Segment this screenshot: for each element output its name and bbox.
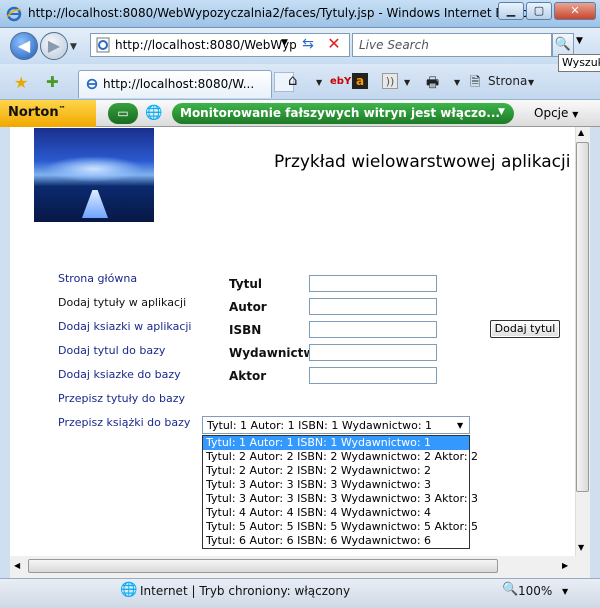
- list-option[interactable]: Tytul: 1 Autor: 1 ISBN: 1 Wydawnictwo: 1: [203, 436, 469, 450]
- search-input[interactable]: Live Search: [352, 33, 552, 57]
- internet-zone-icon: 🌐: [120, 582, 138, 598]
- address-dropdown-icon[interactable]: ▼: [281, 38, 288, 48]
- norton-options-label: Opcje: [534, 106, 569, 120]
- norton-logo: Norton™: [0, 100, 96, 127]
- scroll-right-icon[interactable]: ▶: [562, 561, 568, 570]
- norton-brand: Norton: [8, 105, 59, 120]
- tytul-input[interactable]: [309, 275, 437, 292]
- photo-pier: [82, 190, 108, 218]
- zoom-dropdown-icon[interactable]: ▼: [562, 587, 568, 596]
- titles-select[interactable]: Tytul: 1 Autor: 1 ISBN: 1 Wydawnictwo: 1…: [202, 416, 470, 434]
- list-option[interactable]: Tytul: 3 Autor: 3 ISBN: 3 Wydawnictwo: 3…: [203, 492, 478, 506]
- nav-link-add-title-db[interactable]: Dodaj tytul do bazy: [58, 344, 165, 357]
- print-icon[interactable]: 🖶: [426, 72, 439, 96]
- norton-options-menu[interactable]: Opcje ▼: [534, 106, 578, 120]
- forward-button[interactable]: ▶: [40, 32, 68, 60]
- close-button[interactable]: ✕: [554, 2, 596, 20]
- back-button[interactable]: ◀: [10, 32, 38, 60]
- list-option[interactable]: Tytul: 3 Autor: 3 ISBN: 3 Wydawnictwo: 3: [203, 478, 469, 492]
- ebay-icon[interactable]: ebY: [330, 76, 351, 87]
- amazon-icon[interactable]: a: [352, 73, 368, 89]
- print-dropdown-icon[interactable]: ▼: [454, 78, 460, 87]
- window-frame-left: [0, 127, 10, 578]
- favorites-star-icon[interactable]: ★: [14, 73, 28, 92]
- phishing-status-text: Monitorowanie fałszywych witryn jest włą…: [180, 106, 500, 120]
- zoom-icon[interactable]: 🔍: [502, 582, 518, 597]
- list-option[interactable]: Tytul: 5 Autor: 5 ISBN: 5 Wydawnictwo: 5…: [203, 520, 478, 534]
- page-menu[interactable]: Strona: [488, 74, 527, 88]
- page-menu-icon[interactable]: 🗎: [470, 73, 480, 95]
- page-title: Przykład wielowarstwowej aplikacji: [274, 152, 571, 172]
- list-option[interactable]: Tytul: 4 Autor: 4 ISBN: 4 Wydawnictwo: 4: [203, 506, 469, 520]
- window-title: http://localhost:8080/WebWypozyczalnia2/…: [28, 6, 546, 20]
- security-zone-text: Internet | Tryb chroniony: włączony: [140, 584, 351, 598]
- phishing-dropdown-icon: ▼: [498, 107, 505, 117]
- list-option[interactable]: Tytul: 2 Autor: 2 ISBN: 2 Wydawnictwo: 2…: [203, 450, 478, 464]
- vertical-scroll-thumb[interactable]: [576, 142, 589, 492]
- ie-logo-icon: [6, 6, 22, 22]
- nav-link-copy-titles-db[interactable]: Przepisz tytuły do bazy: [58, 392, 185, 405]
- window-frame-right: [590, 127, 600, 578]
- label-autor: Autor: [229, 300, 267, 314]
- page-menu-dropdown-icon[interactable]: ▼: [528, 78, 534, 87]
- wydawnictwo-input[interactable]: [309, 344, 437, 361]
- feeds-icon[interactable]: )): [382, 73, 398, 89]
- globe-icon[interactable]: 🌐: [144, 103, 164, 123]
- browser-tab[interactable]: http://localhost:8080/W...: [78, 70, 272, 98]
- search-tooltip: Wyszuk: [558, 54, 600, 72]
- maximize-button[interactable]: ▢: [526, 2, 552, 20]
- add-title-button[interactable]: Dodaj tytul: [490, 320, 560, 338]
- zoom-level[interactable]: 100%: [518, 584, 552, 598]
- history-dropdown-icon[interactable]: ▼: [70, 42, 77, 52]
- titles-dropdown-list: Tytul: 1 Autor: 1 ISBN: 1 Wydawnictwo: 1…: [202, 435, 478, 549]
- nav-link-copy-books-db[interactable]: Przepisz książki do bazy: [58, 416, 190, 429]
- nav-link-add-books-app[interactable]: Dodaj ksiazki w aplikacji: [58, 320, 191, 333]
- stop-icon[interactable]: ✕: [322, 33, 346, 57]
- norton-monitor-icon[interactable]: ▭: [108, 103, 138, 124]
- home-icon[interactable]: ⌂: [288, 71, 298, 89]
- autor-input[interactable]: [309, 298, 437, 315]
- tab-page-icon: [86, 78, 98, 90]
- aktor-input[interactable]: [309, 367, 437, 384]
- nav-link-home[interactable]: Strona główna: [58, 272, 137, 285]
- search-dropdown-icon[interactable]: ▼: [576, 36, 583, 46]
- chevron-down-icon[interactable]: ▼: [457, 421, 463, 430]
- refresh-icon[interactable]: ⇆: [296, 33, 320, 57]
- page-icon: [96, 37, 110, 53]
- feeds-dropdown-icon[interactable]: ▼: [404, 78, 410, 87]
- select-value: Tytul: 1 Autor: 1 ISBN: 1 Wydawnictwo: 1: [207, 419, 433, 432]
- scroll-left-icon[interactable]: ◀: [14, 561, 20, 570]
- label-isbn: ISBN: [229, 323, 262, 337]
- minimize-button[interactable]: ▁: [498, 2, 524, 20]
- nav-link-add-book-db[interactable]: Dodaj ksiazke do bazy: [58, 368, 181, 381]
- scroll-down-icon[interactable]: ▼: [578, 543, 584, 552]
- add-favorites-icon[interactable]: ✚: [46, 73, 59, 91]
- home-dropdown-icon[interactable]: ▼: [316, 78, 322, 87]
- nav-link-add-titles-app[interactable]: Dodaj tytuły w aplikacji: [58, 296, 186, 309]
- search-placeholder: Live Search: [359, 38, 429, 52]
- scroll-up-icon[interactable]: ▲: [578, 128, 584, 137]
- horizontal-scroll-thumb[interactable]: [28, 559, 498, 573]
- list-option[interactable]: Tytul: 6 Autor: 6 ISBN: 6 Wydawnictwo: 6: [203, 534, 469, 548]
- label-aktor: Aktor: [229, 369, 267, 383]
- photo-cloud: [44, 156, 144, 182]
- label-tytul: Tytul: [229, 277, 262, 291]
- address-text: http://localhost:8080/WebWyp: [115, 38, 297, 52]
- options-dropdown-icon: ▼: [572, 110, 579, 119]
- phishing-status-button[interactable]: Monitorowanie fałszywych witryn jest włą…: [172, 103, 514, 124]
- list-option[interactable]: Tytul: 2 Autor: 2 ISBN: 2 Wydawnictwo: 2: [203, 464, 469, 478]
- tab-label: http://localhost:8080/W...: [103, 77, 255, 91]
- header-photo: [34, 128, 154, 222]
- isbn-input[interactable]: [309, 321, 437, 338]
